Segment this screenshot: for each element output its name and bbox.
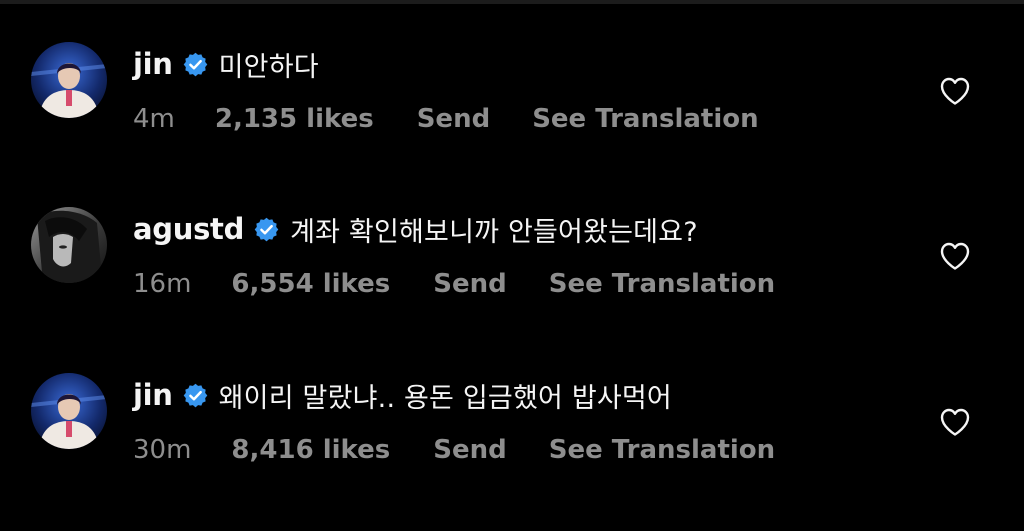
see-translation-button[interactable]: See Translation <box>532 104 758 134</box>
verified-badge-icon <box>253 216 280 243</box>
avatar-jin[interactable] <box>31 373 107 449</box>
see-translation-button[interactable]: See Translation <box>549 435 775 465</box>
send-button[interactable]: Send <box>433 435 506 465</box>
avatar-jin[interactable] <box>31 42 107 118</box>
see-translation-button[interactable]: See Translation <box>549 269 775 299</box>
heart-outline-icon[interactable] <box>939 241 971 271</box>
verified-badge-icon <box>182 382 209 409</box>
likes-count-link[interactable]: 6,554 likes <box>231 269 390 299</box>
comment-timestamp: 16m <box>133 269 192 299</box>
heart-outline-icon[interactable] <box>939 76 971 106</box>
comment-text: 미안하다 <box>218 51 319 83</box>
top-divider <box>0 0 1024 4</box>
comment-item: jin 미안하다 4m 2,135 likes Send See Transla… <box>0 42 1024 192</box>
comment-text: 왜이리 말랐냐.. 용돈 입금했어 밥사먹어 <box>218 382 672 414</box>
comment-item: jin 왜이리 말랐냐.. 용돈 입금했어 밥사먹어 30m 8,416 lik… <box>0 373 1024 523</box>
verified-badge-icon <box>182 51 209 78</box>
comment-timestamp: 4m <box>133 104 175 134</box>
comment-text: 계좌 확인해보니까 안들어왔는데요? <box>290 216 698 248</box>
likes-count-link[interactable]: 2,135 likes <box>215 104 374 134</box>
username[interactable]: agustd <box>133 212 244 246</box>
send-button[interactable]: Send <box>417 104 490 134</box>
comment-item: agustd 계좌 확인해보니까 안들어왔는데요? 16m 6,554 like… <box>0 207 1024 357</box>
likes-count-link[interactable]: 8,416 likes <box>231 435 390 465</box>
username[interactable]: jin <box>133 378 173 412</box>
heart-outline-icon[interactable] <box>939 407 971 437</box>
send-button[interactable]: Send <box>433 269 506 299</box>
comment-timestamp: 30m <box>133 435 192 465</box>
username[interactable]: jin <box>133 47 173 81</box>
avatar-agustd[interactable] <box>31 207 107 283</box>
